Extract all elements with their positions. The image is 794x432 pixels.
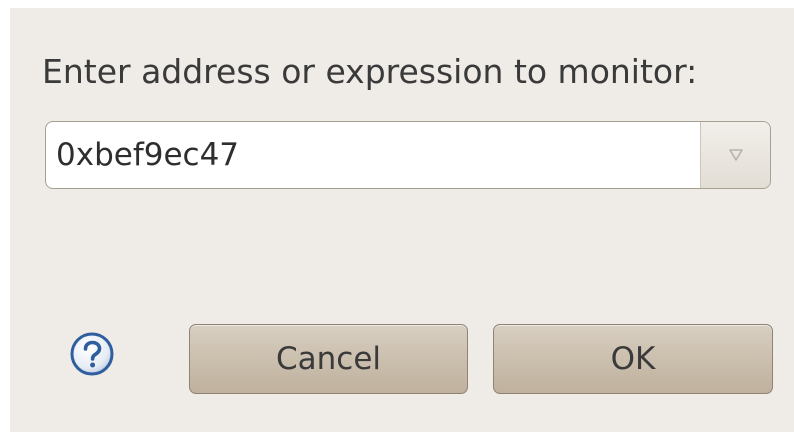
help-button[interactable] (68, 330, 116, 378)
expression-input[interactable] (46, 122, 702, 188)
combo-dropdown-button[interactable] (700, 122, 770, 188)
monitor-expression-dialog: Enter address or expression to monitor: (10, 8, 794, 432)
ok-button[interactable]: OK (493, 324, 773, 394)
help-question-icon (70, 332, 114, 376)
prompt-label: Enter address or expression to monitor: (42, 52, 698, 91)
chevron-down-icon (728, 149, 743, 161)
cancel-button[interactable]: Cancel (189, 324, 468, 394)
expression-combo-box[interactable] (45, 121, 771, 189)
